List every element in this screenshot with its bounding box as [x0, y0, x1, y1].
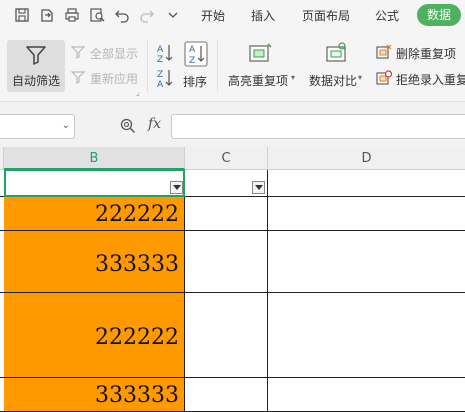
sort-button[interactable]: 排序 — [183, 73, 207, 90]
chevron-down-icon[interactable]: ▾ — [291, 73, 295, 82]
svg-text:A: A — [157, 45, 164, 55]
fx-icon[interactable]: fx — [148, 116, 161, 132]
cell-b1[interactable] — [4, 169, 185, 197]
sort-icon[interactable]: AZ — [184, 41, 208, 67]
svg-text:Z: Z — [157, 55, 163, 63]
cell-b2[interactable]: 222222 — [4, 197, 185, 231]
column-header-c[interactable]: C — [185, 147, 268, 170]
column-header-d[interactable]: D — [268, 147, 465, 170]
cell-value: 333333 — [95, 252, 179, 277]
filter-dropdown-button[interactable] — [170, 181, 183, 194]
reapply-button[interactable]: 重新应用 — [90, 70, 138, 87]
cell-c3[interactable] — [185, 231, 268, 293]
menu-insert[interactable]: 插入 — [251, 7, 275, 24]
menu-data[interactable]: 数据 — [417, 4, 461, 26]
cell-value: 333333 — [95, 383, 179, 408]
filter-icon — [71, 46, 85, 59]
zoom-icon[interactable] — [120, 118, 136, 134]
name-box[interactable]: ⌄ — [0, 114, 75, 139]
cell-c4[interactable] — [185, 293, 268, 378]
remove-duplicates-button[interactable]: 删除重复项 — [396, 45, 456, 62]
filter-dropdown-button[interactable] — [252, 181, 265, 194]
remove-duplicates-icon[interactable] — [376, 44, 392, 60]
highlight-duplicates-icon[interactable] — [248, 42, 274, 64]
export-icon[interactable] — [39, 7, 55, 23]
dialog-launcher-icon[interactable]: ⌟ — [136, 88, 140, 97]
cell-b3[interactable]: 333333 — [4, 231, 185, 293]
ribbon: 自动筛选 全部显示 重新应用 ⌟ AZ ZA AZ 排序 高亮重复项 ▾ 数据对… — [0, 30, 465, 102]
chevron-down-icon[interactable] — [165, 7, 181, 23]
column-header-b[interactable]: B — [4, 147, 185, 170]
ribbon-divider — [147, 40, 148, 92]
cell-value: 222222 — [95, 325, 179, 350]
menu-formulas[interactable]: 公式 — [375, 7, 399, 24]
sort-ascending-icon[interactable]: AZ — [157, 43, 173, 63]
formula-input[interactable] — [171, 114, 465, 139]
print-preview-icon[interactable] — [89, 7, 105, 23]
svg-text:Z: Z — [189, 56, 195, 66]
reapply-filter-icon — [71, 71, 85, 84]
save-icon[interactable] — [14, 7, 30, 23]
chevron-down-icon[interactable]: ▾ — [358, 73, 362, 82]
menu-home[interactable]: 开始 — [201, 7, 225, 24]
highlight-duplicates-button[interactable]: 高亮重复项 — [228, 72, 288, 89]
undo-icon[interactable] — [114, 7, 130, 23]
sort-descending-icon[interactable]: ZA — [157, 68, 173, 88]
filter-icon — [26, 46, 46, 65]
data-compare-icon[interactable] — [324, 42, 350, 64]
autofilter-label: 自动筛选 — [11, 74, 60, 88]
reject-duplicates-button[interactable]: 拒绝录入重复 — [396, 71, 465, 88]
chevron-down-icon[interactable]: ⌄ — [62, 120, 70, 131]
redo-icon[interactable] — [139, 7, 155, 23]
svg-text:A: A — [189, 45, 196, 55]
menu-page-layout[interactable]: 页面布局 — [302, 7, 350, 24]
ribbon-divider — [217, 40, 218, 92]
cell-c2[interactable] — [185, 197, 268, 231]
cell-b4[interactable]: 222222 — [4, 293, 185, 378]
reject-duplicates-icon[interactable] — [376, 70, 392, 86]
autofilter-button[interactable]: 自动筛选 — [7, 40, 65, 92]
cell-b5[interactable]: 333333 — [4, 378, 185, 412]
show-all-button[interactable]: 全部显示 — [90, 45, 138, 62]
svg-text:A: A — [157, 80, 164, 88]
formula-bar: ⌄ fx — [0, 102, 465, 147]
cell-value: 222222 — [95, 202, 179, 227]
menu-bar: 开始 插入 页面布局 公式 数据 — [0, 0, 465, 30]
data-compare-button[interactable]: 数据对比 — [309, 72, 357, 89]
svg-text:Z: Z — [157, 70, 163, 80]
print-icon[interactable] — [64, 7, 80, 23]
cell-c5[interactable] — [185, 378, 268, 412]
